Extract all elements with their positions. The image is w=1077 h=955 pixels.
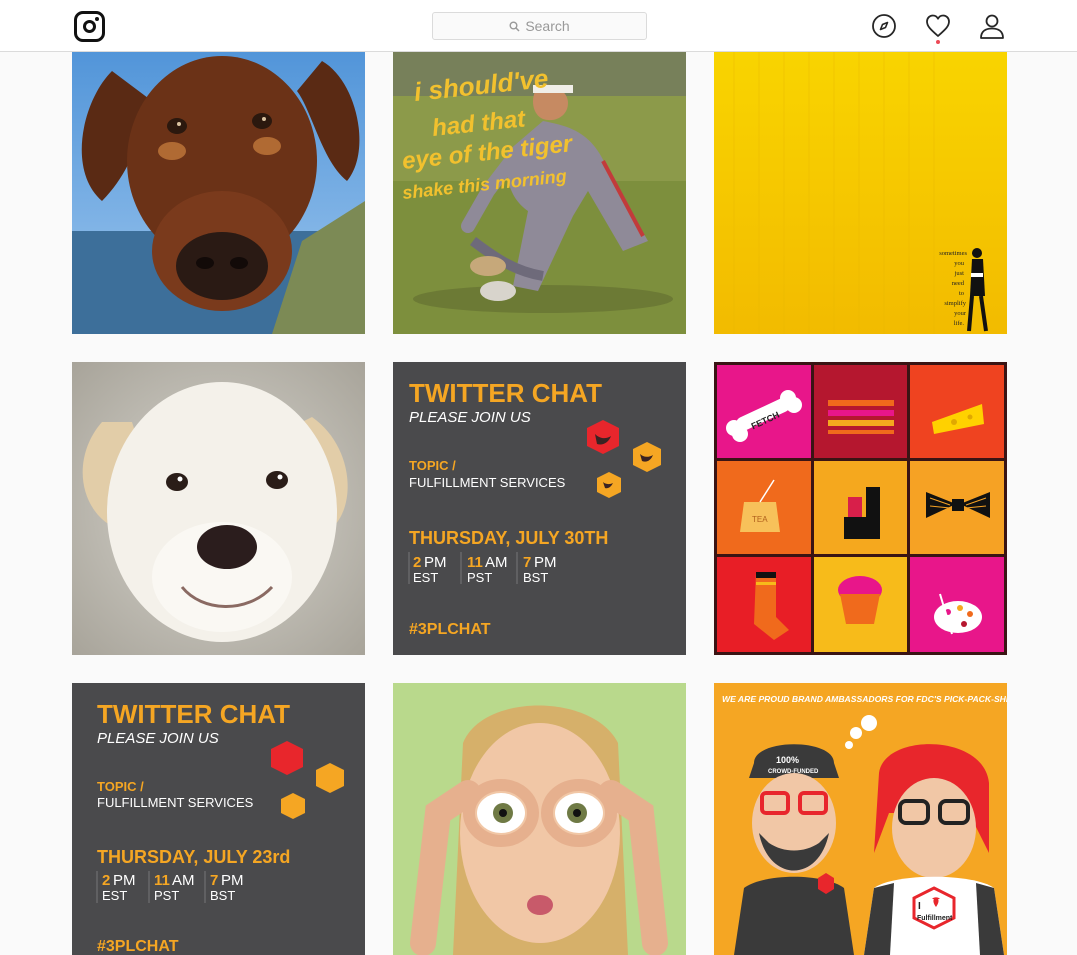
chat-topic: FULFILLMENT SERVICES bbox=[409, 475, 566, 490]
post-tile-twitter-chat-july-23[interactable]: TWITTER CHAT PLEASE JOIN US TOPIC / FULF… bbox=[72, 683, 365, 955]
shirt-text-i: I bbox=[918, 901, 921, 912]
notification-dot bbox=[936, 40, 940, 44]
white-puppy-photo bbox=[72, 362, 365, 655]
simplify-line-3: just bbox=[954, 270, 965, 277]
chat2-topic: FULFILLMENT SERVICES bbox=[97, 795, 254, 810]
cupcake-icon bbox=[838, 576, 882, 624]
search-placeholder-text: Search bbox=[525, 18, 570, 34]
post-tile-white-puppy[interactable] bbox=[72, 362, 365, 655]
brand-ambassadors-comic: WE ARE PROUD BRAND AMBASSADORS FOR FDC'S… bbox=[714, 683, 1007, 955]
post-tile-doberman[interactable] bbox=[72, 41, 365, 334]
search-icon bbox=[509, 21, 520, 32]
chat2-date: THURSDAY, JULY 23rd bbox=[97, 847, 290, 867]
twitter-chat-graphic: TWITTER CHAT PLEASE JOIN US TOPIC / FULF… bbox=[393, 362, 686, 655]
product-grid-graphic: FETCH TEA bbox=[714, 362, 1007, 655]
chat-hashtag: #3PLCHAT bbox=[409, 621, 491, 638]
chat2-time-1-zone: EST bbox=[102, 888, 127, 903]
search-placeholder-row: Search bbox=[433, 13, 646, 39]
simplify-line-6: simplify bbox=[944, 300, 966, 307]
post-tile-colorful-grid[interactable]: FETCH TEA bbox=[714, 362, 1007, 655]
twitter-chat-graphic-2: TWITTER CHAT PLEASE JOIN US TOPIC / FULF… bbox=[72, 683, 365, 955]
simplify-life-photo: sometimes you just need to simplify your… bbox=[714, 41, 1007, 334]
simplify-line-2: you bbox=[954, 260, 965, 267]
logo-lens bbox=[83, 20, 96, 33]
time-3-number: 7 bbox=[523, 554, 531, 571]
post-tile-simplify[interactable]: sometimes you just need to simplify your… bbox=[714, 41, 1007, 334]
post-tile-twitter-chat-july-30[interactable]: TWITTER CHAT PLEASE JOIN US TOPIC / FULF… bbox=[393, 362, 686, 655]
chat2-time-2-number: 11 bbox=[154, 872, 170, 889]
tea-label: TEA bbox=[752, 515, 768, 524]
time-1-unit: PM bbox=[424, 554, 447, 571]
compass-icon[interactable] bbox=[870, 12, 898, 40]
chat2-time-2-unit: AM bbox=[172, 872, 195, 889]
doberman-dog-photo bbox=[72, 41, 365, 334]
post-tile-brand-ambassadors[interactable]: WE ARE PROUD BRAND AMBASSADORS FOR FDC'S… bbox=[714, 683, 1007, 955]
shirt-text-fulfillment: Fulfillment bbox=[917, 915, 953, 922]
simplify-line-8: life. bbox=[954, 320, 965, 327]
search-input[interactable]: Search bbox=[432, 12, 647, 40]
chat2-title: TWITTER CHAT bbox=[97, 699, 290, 729]
chat2-topic-label: TOPIC / bbox=[97, 779, 144, 794]
woman-goggles-hands-photo bbox=[393, 683, 686, 955]
comic-banner-text: WE ARE PROUD BRAND AMBASSADORS FOR FDC'S… bbox=[722, 694, 1007, 704]
chat-subtitle: PLEASE JOIN US bbox=[409, 409, 531, 426]
profile-icon[interactable] bbox=[978, 12, 1006, 40]
simplify-line-7: your bbox=[954, 310, 967, 317]
time-2-number: 11 bbox=[467, 554, 483, 571]
instagram-logo-icon[interactable] bbox=[74, 11, 105, 42]
time-2-zone: PST bbox=[467, 570, 492, 585]
time-3-unit: PM bbox=[534, 554, 557, 571]
simplify-line-1: sometimes bbox=[939, 250, 967, 257]
chat2-hashtag: #3PLCHAT bbox=[97, 938, 179, 955]
chat2-subtitle: PLEASE JOIN US bbox=[97, 730, 219, 747]
time-1-zone: EST bbox=[413, 570, 438, 585]
cap-line-1: 100% bbox=[776, 755, 799, 765]
chat2-time-1-unit: PM bbox=[113, 872, 136, 889]
post-tile-woman-goggles[interactable] bbox=[393, 683, 686, 955]
chat2-time-1-number: 2 bbox=[102, 872, 110, 889]
simplify-line-5: to bbox=[959, 290, 964, 297]
eye-of-tiger-photo: i should've had that eye of the tiger sh… bbox=[393, 41, 686, 334]
chat-topic-label: TOPIC / bbox=[409, 458, 456, 473]
post-tile-eye-of-tiger[interactable]: i should've had that eye of the tiger sh… bbox=[393, 41, 686, 334]
chat2-time-3-unit: PM bbox=[221, 872, 244, 889]
chat2-time-3-zone: BST bbox=[210, 888, 235, 903]
heart-icon[interactable] bbox=[924, 12, 952, 40]
chat2-time-2-zone: PST bbox=[154, 888, 179, 903]
chat-date: THURSDAY, JULY 30TH bbox=[409, 528, 608, 548]
time-3-zone: BST bbox=[523, 570, 548, 585]
simplify-line-4: need bbox=[952, 280, 965, 287]
top-navigation-bar: Search bbox=[0, 0, 1077, 52]
logo-dot bbox=[95, 17, 99, 21]
chat2-time-3-number: 7 bbox=[210, 872, 218, 889]
chat-title: TWITTER CHAT bbox=[409, 378, 602, 408]
time-2-unit: AM bbox=[485, 554, 508, 571]
time-1-number: 2 bbox=[413, 554, 421, 571]
